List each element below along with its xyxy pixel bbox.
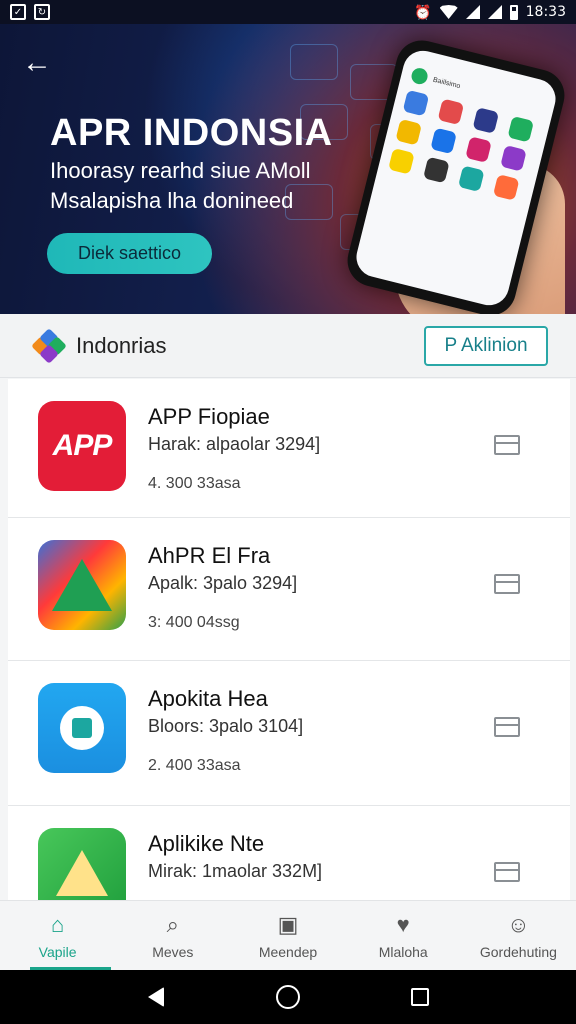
signal-icon [487,5,502,19]
battery-icon [509,4,518,20]
app-stats: 3: 400 04ssg [148,614,240,631]
phone-app-icon [395,118,423,146]
square-recents-icon [411,988,429,1006]
brand: Indonrias [31,327,167,364]
triangle-shape [56,850,108,896]
status-bar: ✓ ↻ ⏰ 18:33 [0,0,576,24]
app-name: AhPR El Fra [148,543,271,568]
brand-logo-icon [31,327,67,364]
section-action-button[interactable]: P Aklinion [424,325,548,366]
list-item[interactable]: Apokita Hea Bloors: 3palo 3104] 2. 400 3… [8,661,570,806]
app-name: Apokita Hea [148,686,268,711]
home-icon: ⌂ [50,911,65,937]
row-menu-icon[interactable] [494,862,520,882]
nav-item-search[interactable]: ⌕ Meves [115,901,230,970]
phone-app-icon [500,144,527,172]
system-recents-button[interactable] [408,985,432,1009]
nav-label: Gordehuting [479,943,557,960]
phone-app-icon [472,107,500,134]
phone-app-icon [437,98,465,126]
sync-icon: ↻ [34,4,50,20]
hero-title: APR INDONSIA [50,112,333,154]
person-icon: ☺ [507,911,530,937]
phone-app-icon [457,165,485,193]
status-time: 18:33 [525,4,566,20]
phone-app-icon [402,89,430,117]
row-menu-icon[interactable] [494,574,520,594]
apps-icon: ▣ [277,911,299,937]
nav-item-profile[interactable]: ☺ Gordehuting [461,901,576,970]
phone-logo-icon [409,66,430,86]
system-nav-bar [0,970,576,1024]
phone-app-icon [430,127,457,155]
hero-cta-button[interactable]: Diek saettico [47,233,212,274]
search-icon: ⌕ [166,911,179,937]
section-header: Indonrias P Aklinion [0,314,576,378]
signal-icon [465,5,480,19]
system-back-button[interactable] [144,985,168,1009]
phone-app-icon [423,156,450,184]
app-stats: 2. 400 33asa [148,757,241,774]
hero-subtitle: Ihoorasy rearhd siue AMoll Msalapisha lh… [50,158,311,213]
phone-app-icon [388,147,415,175]
app-stats: 4. 300 33asa [148,475,241,492]
nav-label: Meendep [258,943,318,960]
hero-banner: ← APR INDONSIA Ihoorasy rearhd siue AMol… [0,24,576,314]
arrow-left-icon: ← [22,46,52,79]
nav-item-favorites[interactable]: ♥ Mlaloha [346,901,461,970]
app-name: Aplikike Nte [148,831,265,856]
triangle-multicolor-icon [38,540,126,630]
app-meta: Bloors: 3palo 3104] [148,716,304,736]
nav-label: Meves [152,943,194,960]
back-button[interactable]: ← [22,48,54,78]
list-item[interactable]: APP APP Fiopiae Harak: alpaolar 3294] 4.… [8,379,570,518]
app-red-icon: APP [38,401,126,491]
app-icon-label: APP [52,429,113,462]
row-menu-icon[interactable] [494,435,520,455]
app-list: APP APP Fiopiae Harak: alpaolar 3294] 4.… [8,379,570,948]
status-left: ✓ ↻ [10,4,50,20]
icon-inner-shape [60,706,104,750]
checkbox-icon: ✓ [10,4,26,20]
app-meta: Apalk: 3palo 3294] [148,573,298,593]
row-menu-icon[interactable] [494,717,520,737]
nav-label: Vapile [38,943,77,960]
app-name: APP Fiopiae [148,404,270,429]
app-meta: Mirak: 1maolar 332M] [148,861,323,881]
phone-app-icon [465,136,492,163]
alarm-icon: ⏰ [414,3,432,20]
list-item[interactable]: AhPR El Fra Apalk: 3palo 3294] 3: 400 04… [8,518,570,661]
phone-title: Baiilsimo [432,76,462,90]
phone-app-icon [492,174,520,201]
section-title: Indonrias [76,332,167,358]
heart-icon: ♥ [396,911,410,937]
app-meta: Harak: alpaolar 3294] [148,434,321,454]
status-right: ⏰ 18:33 [414,4,566,21]
nav-item-home[interactable]: ⌂ Vapile [0,901,115,970]
nav-label: Mlaloha [378,943,428,960]
triangle-back-icon [148,987,164,1007]
phone-app-icon [507,115,535,143]
blue-circle-icon [38,683,126,773]
triangle-shape [52,559,112,611]
nav-item-apps[interactable]: ▣ Meendep [230,901,345,970]
system-home-button[interactable] [276,985,300,1009]
bottom-nav: ⌂ Vapile ⌕ Meves ▣ Meendep ♥ Mlaloha ☺ G… [0,900,576,970]
wifi-icon [439,5,458,19]
